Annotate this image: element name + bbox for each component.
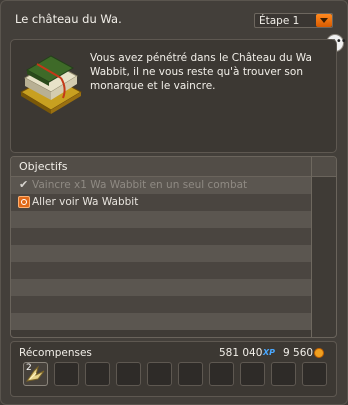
objective-item-active[interactable]: Aller voir Wa Wabbit <box>11 194 311 211</box>
objective-text: Aller voir Wa Wabbit <box>32 196 139 208</box>
reward-slot-empty <box>147 362 172 386</box>
reward-slot-empty <box>240 362 265 386</box>
reward-slot-empty <box>271 362 296 386</box>
reward-slot-empty <box>54 362 79 386</box>
quest-description-panel: Vous avez pénétré dans le Château du Wa … <box>10 39 337 153</box>
reward-slot-empty <box>85 362 110 386</box>
rewards-title: Récompenses <box>19 347 92 359</box>
kamas-value: 9 560 <box>283 347 314 359</box>
rewards-panel: Récompenses 581 040 XP 9 560 2 <box>10 341 337 397</box>
empty-row <box>11 279 311 296</box>
quest-title: Le château du Wa. <box>15 12 122 26</box>
reward-slot-item[interactable]: 2 <box>23 362 48 386</box>
objectives-title: Objectifs <box>19 160 68 173</box>
objectives-header: Objectifs <box>11 157 336 177</box>
book-icon <box>19 55 83 114</box>
empty-row <box>11 296 311 313</box>
objectives-list: ✔ Vaincre x1 Wa Wabbit en un seul combat… <box>11 177 311 330</box>
empty-row <box>11 211 311 228</box>
xp-icon: XP <box>263 348 276 357</box>
step-dropdown-value: Étape 1 <box>259 15 300 27</box>
empty-row <box>11 262 311 279</box>
objectives-column-divider <box>311 157 312 337</box>
xp-value: 581 040 <box>219 347 263 359</box>
reward-slot-empty <box>178 362 203 386</box>
objective-text: Vaincre x1 Wa Wabbit en un seul combat <box>32 179 248 191</box>
kama-icon <box>314 348 324 358</box>
empty-row <box>11 245 311 262</box>
chevron-down-icon[interactable] <box>316 14 332 27</box>
empty-row <box>11 313 311 330</box>
reward-slot-empty <box>116 362 141 386</box>
reward-slot-empty <box>209 362 234 386</box>
empty-row <box>11 228 311 245</box>
quest-description: Vous avez pénétré dans le Château du Wa … <box>90 52 312 92</box>
reward-item-count: 2 <box>26 363 32 373</box>
check-icon: ✔ <box>19 178 29 191</box>
objective-item-done: ✔ Vaincre x1 Wa Wabbit en un seul combat <box>11 177 311 194</box>
quest-window: Le château du Wa. Étape 1 ••• Vous avez … <box>0 0 348 405</box>
step-dropdown[interactable]: Étape 1 <box>254 13 333 28</box>
reward-slot-empty <box>302 362 327 386</box>
objectives-panel: Objectifs ✔ Vaincre x1 Wa Wabbit en un s… <box>10 156 337 338</box>
target-icon[interactable] <box>18 196 30 208</box>
